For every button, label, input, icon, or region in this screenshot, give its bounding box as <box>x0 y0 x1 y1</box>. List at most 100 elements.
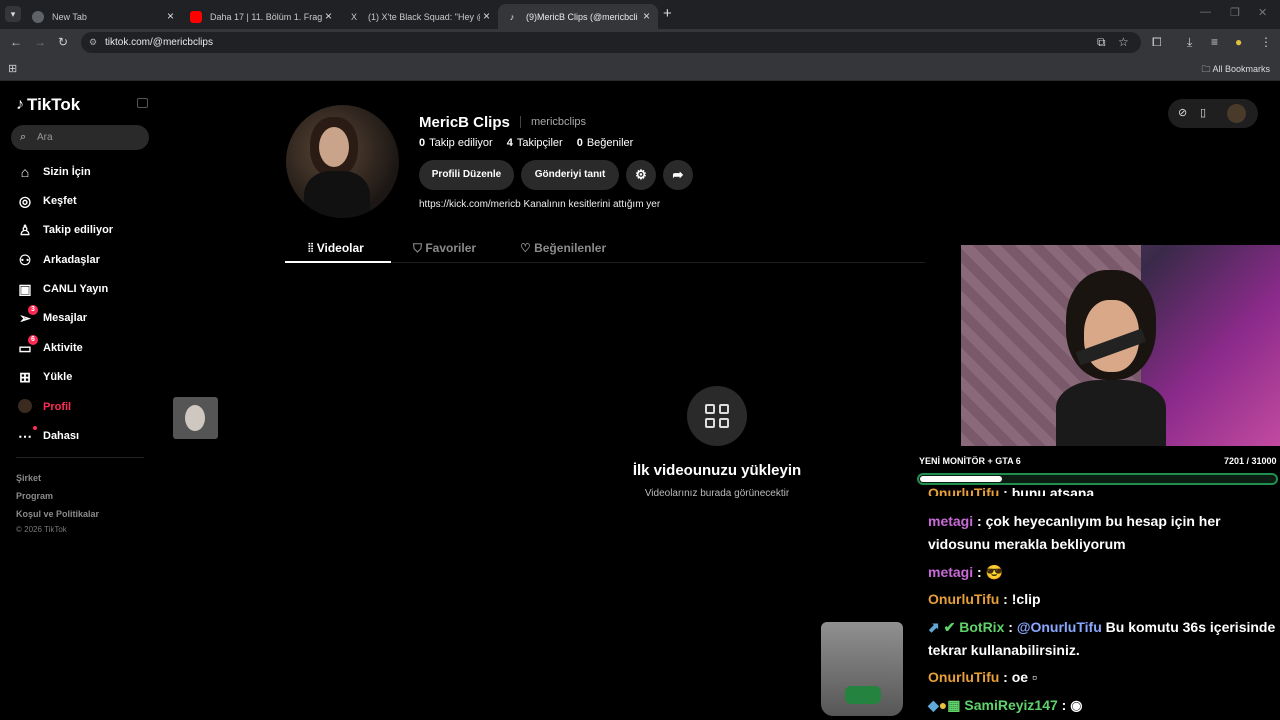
chat-message: ⬈ ✔ BotRix : @OnurluTifu Bu komutu 36s i… <box>928 619 1276 658</box>
address-bar[interactable]: ⚙ tiktok.com/@mericbclips <box>81 32 1141 53</box>
sidebar-item-for-you[interactable]: ⌂ Sizin İçin <box>16 160 166 184</box>
search-icon: ⌕ <box>20 131 27 143</box>
chat-mention: @OnurluTifu <box>1016 619 1102 635</box>
menu-icon[interactable]: ⋮ <box>1260 35 1272 49</box>
active-tab-underline <box>285 261 391 263</box>
footer-link-company[interactable]: Şirket <box>16 473 41 483</box>
upload-icon: ⊞ <box>19 368 31 385</box>
followers-stat[interactable]: 4 Takipçiler <box>507 137 563 149</box>
followers-count: 4 <box>506 137 513 149</box>
sidebar-item-label: Aktivite <box>43 342 83 354</box>
tiktok-icon: ♪ <box>509 11 515 22</box>
sidebar-item-label: CANLI Yayın <box>43 283 109 295</box>
settings-gear-icon[interactable]: ⚙ <box>626 160 656 190</box>
sub-badge-icon: ◆ <box>928 697 939 713</box>
floating-webcam-thumbnail[interactable] <box>173 397 218 439</box>
tab-title: New Tab <box>52 11 87 22</box>
all-bookmarks-button[interactable]: 🗀 All Bookmarks <box>1201 62 1270 78</box>
maximize-icon[interactable]: ❐ <box>1230 6 1240 19</box>
sidebar-item-upload[interactable]: ⊞ Yükle <box>16 365 166 389</box>
user-avatar[interactable] <box>1227 104 1246 123</box>
collapse-sidebar-icon[interactable] <box>137 98 148 108</box>
chat-emote: 😎 <box>985 564 1004 580</box>
footer-link-program[interactable]: Program <box>16 491 53 501</box>
profile-avatar-icon[interactable]: ● <box>1235 35 1242 49</box>
sidebar-item-label: Sizin İçin <box>43 166 91 178</box>
browser-toolbar: ← → ↻ ⚙ tiktok.com/@mericbclips ⧉ ☆ ⧠ ⤓ … <box>0 29 1280 56</box>
extensions-icon[interactable]: ⧠ <box>1152 35 1162 50</box>
close-window-icon[interactable]: ✕ <box>1258 6 1267 19</box>
tab-title: (1) X'te Black Squad: "Hey @gun <box>368 11 480 22</box>
bookmark-icon: ⛉ <box>413 241 426 255</box>
sidebar-item-live[interactable]: ▣ CANLI Yayın <box>16 277 166 301</box>
bookmark-star-icon[interactable]: ☆ <box>1118 35 1129 49</box>
sidebar-item-more[interactable]: ⋯ Dahası <box>16 424 166 448</box>
sidebar-item-label: Arkadaşlar <box>43 254 100 266</box>
browser-tab[interactable]: X (1) X'te Black Squad: "Hey @gun × <box>340 4 498 29</box>
likes-stat: 0 Beğeniler <box>577 137 634 149</box>
copyright: © 2026 TikTok <box>16 525 67 534</box>
chat-username: metagi <box>928 564 974 580</box>
tab-search-icon[interactable]: ▾ <box>5 6 21 22</box>
reload-icon[interactable]: ↻ <box>58 35 68 49</box>
promote-post-button[interactable]: Gönderiyi tanıt <box>521 160 619 190</box>
tiktok-logo-icon: ♪ <box>16 96 24 113</box>
minimize-icon[interactable]: — <box>1200 6 1211 18</box>
chat-message: OnurluTifu : oe ▫ <box>928 669 1037 685</box>
close-icon[interactable]: × <box>325 9 332 23</box>
chat-username: BotRix <box>959 619 1005 635</box>
live-icon: ▣ <box>18 280 32 297</box>
browser-tab[interactable]: New Tab × <box>24 4 182 29</box>
chat-text: !clip <box>1011 591 1041 607</box>
download-icon[interactable]: ⤓ <box>1187 35 1192 50</box>
forward-icon[interactable]: → <box>34 35 46 49</box>
device-icon[interactable]: ▯ <box>1200 106 1206 119</box>
tab-favorites[interactable]: ⛉ Favoriler <box>413 235 476 263</box>
sidebar-item-following[interactable]: ♙ Takip ediliyor <box>16 218 166 242</box>
chat-username: OnurluTifu <box>928 485 1000 496</box>
browser-tab-active[interactable]: ♪ (9)MericB Clips (@mericbclips) × <box>498 4 658 29</box>
sidebar-item-activity[interactable]: ▭ 6 Aktivite <box>16 334 166 360</box>
footer-link-terms[interactable]: Koşul ve Politikalar <box>16 509 99 519</box>
heart-icon: ♡ <box>520 241 535 255</box>
apps-grid-icon[interactable]: ⊞ <box>8 62 17 75</box>
coin-icon[interactable]: ⊘ <box>1178 106 1187 119</box>
share-icon[interactable]: ➦ <box>663 160 693 190</box>
sidebar-item-label: Yükle <box>43 371 73 383</box>
back-icon[interactable]: ← <box>10 35 22 49</box>
browser-tab[interactable]: Daha 17 | 11. Bölüm 1. Fragman × <box>182 4 340 29</box>
sidebar-item-friends[interactable]: ⚇ Arkadaşlar <box>16 248 166 272</box>
browser-tab-bar: ▾ New Tab × Daha 17 | 11. Bölüm 1. Fragm… <box>0 0 1280 29</box>
sidebar-item-explore[interactable]: ◎ Keşfet <box>16 189 166 213</box>
x-icon: X <box>350 11 357 22</box>
profile-name: MericB Clips <box>419 114 510 131</box>
tiktok-logo[interactable]: ♪ TikTok <box>16 95 80 115</box>
chat-message: ◆●▦ SamiReyiz147 : ◉ <box>928 697 1083 713</box>
chat-username: SamiReyiz147 <box>964 697 1058 713</box>
sidebar-item-label: Profil <box>43 401 72 413</box>
chat-username: OnurluTifu <box>928 591 1000 607</box>
tab-liked[interactable]: ♡ Beğenilenler <box>520 235 606 263</box>
install-app-icon[interactable]: ⧉ <box>1097 35 1106 50</box>
edit-profile-button[interactable]: Profili Düzenle <box>419 160 514 190</box>
media-icon[interactable]: ≡ <box>1211 35 1218 49</box>
chat-text: bunu atsana <box>1011 485 1095 496</box>
profile-tabs: ⦙⦙ Videolar ⛉ Favoriler ♡ Beğenilenler <box>285 235 925 263</box>
search-input[interactable]: ⌕ Ara <box>11 125 149 150</box>
chat-message: metagi : 😎 <box>928 564 1004 580</box>
tab-videos[interactable]: ⦙⦙ Videolar <box>308 235 364 263</box>
empty-state-title: İlk videounuzu yükleyin <box>632 462 802 479</box>
close-icon[interactable]: × <box>483 9 490 23</box>
site-info-icon[interactable]: ⚙ <box>89 32 97 53</box>
profile-avatar[interactable] <box>286 105 399 218</box>
sidebar-item-messages[interactable]: ➢ 3 Mesajlar <box>16 304 166 330</box>
chat-username: metagi <box>928 513 974 529</box>
close-icon[interactable]: × <box>167 9 174 23</box>
all-bookmarks-label: All Bookmarks <box>1212 64 1270 74</box>
following-stat[interactable]: 0 Takip ediliyor <box>419 137 493 149</box>
likes-count: 0 <box>576 137 583 149</box>
close-icon[interactable]: × <box>643 9 650 23</box>
goal-title: YENİ MONİTÖR + GTA 6 <box>919 456 1021 466</box>
sidebar-item-profile[interactable]: Profil <box>16 395 166 419</box>
new-tab-button[interactable]: + <box>663 5 672 22</box>
